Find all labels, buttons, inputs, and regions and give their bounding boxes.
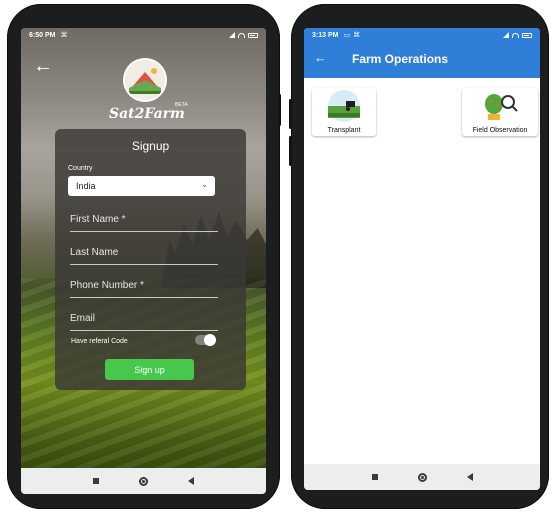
magnifier-plant-icon xyxy=(485,94,518,120)
wifi-icon xyxy=(512,32,519,38)
status-bar: 6:50 PM ⌘ xyxy=(21,28,266,42)
volume-button xyxy=(278,94,281,126)
chevron-down-icon: ⌄ xyxy=(201,180,208,189)
notification-icon: ⌘ xyxy=(353,32,361,39)
country-select[interactable]: India ⌄ xyxy=(68,176,215,196)
transplant-label: Transplant xyxy=(327,127,361,134)
status-time: 3:13 PM xyxy=(312,31,339,39)
signup-screen: 6:50 PM ⌘ ← Sat2Farm BETA Signup Country… xyxy=(21,28,266,494)
right-phone-frame: 3:13 PM ▭ ⌘ ← Farm Operations Transplant… xyxy=(289,4,549,509)
app-bar: 3:13 PM ▭ ⌘ ← Farm Operations xyxy=(304,28,540,78)
logo-graphic xyxy=(125,60,165,100)
page-title: Farm Operations xyxy=(352,52,449,66)
wifi-icon xyxy=(238,32,245,38)
beta-badge: BETA xyxy=(175,102,188,108)
left-phone-frame: 6:50 PM ⌘ ← Sat2Farm BETA Signup Country… xyxy=(7,4,281,509)
signup-button[interactable]: Sign up xyxy=(105,359,194,380)
recent-apps-icon[interactable] xyxy=(371,474,378,480)
battery-icon xyxy=(248,32,258,38)
notification-icon: ⌘ xyxy=(60,32,68,39)
system-icons xyxy=(503,32,532,38)
home-icon[interactable] xyxy=(139,476,148,486)
email-field[interactable]: Email xyxy=(70,313,218,331)
first-name-field[interactable]: First Name * xyxy=(70,214,218,232)
signal-icon xyxy=(503,32,509,38)
power-button xyxy=(289,136,292,166)
status-bar: 3:13 PM ▭ ⌘ xyxy=(304,28,540,42)
sat2farm-logo xyxy=(125,60,165,100)
toggle-knob xyxy=(204,334,216,346)
email-placeholder: Email xyxy=(70,313,96,324)
transplant-tile[interactable]: Transplant xyxy=(312,88,376,136)
recent-apps-icon[interactable] xyxy=(93,478,99,484)
navigation-bar xyxy=(21,468,266,494)
tractor-field-icon xyxy=(328,90,360,122)
last-name-field[interactable]: Last Name xyxy=(70,247,218,265)
referral-label: Have referal Code xyxy=(71,338,128,345)
country-value: India xyxy=(76,181,96,191)
first-name-placeholder: First Name * xyxy=(70,214,126,225)
phone-placeholder: Phone Number * xyxy=(70,280,144,291)
back-triangle-icon[interactable] xyxy=(466,473,473,481)
notification-icons: ▭ ⌘ xyxy=(343,31,360,39)
navigation-bar xyxy=(304,464,540,490)
back-arrow-icon[interactable]: ← xyxy=(314,50,327,65)
signup-card: Signup Country India ⌄ First Name * Last… xyxy=(55,129,246,390)
phone-number-field[interactable]: Phone Number * xyxy=(70,280,218,298)
message-icon: ▭ xyxy=(343,32,351,39)
volume-button xyxy=(289,99,292,129)
field-observation-tile[interactable]: Field Observation xyxy=(462,88,538,136)
battery-icon xyxy=(522,32,532,38)
system-icons xyxy=(229,32,258,38)
back-triangle-icon[interactable] xyxy=(188,477,194,485)
country-label: Country xyxy=(68,165,93,172)
back-arrow-icon[interactable]: ← xyxy=(33,56,53,76)
status-time: 6:50 PM xyxy=(29,31,56,39)
referral-toggle[interactable] xyxy=(195,334,216,346)
brand-name: Sat2Farm xyxy=(109,106,185,122)
signal-icon xyxy=(229,32,235,38)
notification-icons: ⌘ xyxy=(60,31,67,39)
field-observation-label: Field Observation xyxy=(472,127,528,134)
farm-operations-screen: 3:13 PM ▭ ⌘ ← Farm Operations Transplant… xyxy=(304,28,540,490)
home-icon[interactable] xyxy=(417,472,427,482)
signup-title: Signup xyxy=(131,139,170,153)
last-name-placeholder: Last Name xyxy=(70,247,119,258)
